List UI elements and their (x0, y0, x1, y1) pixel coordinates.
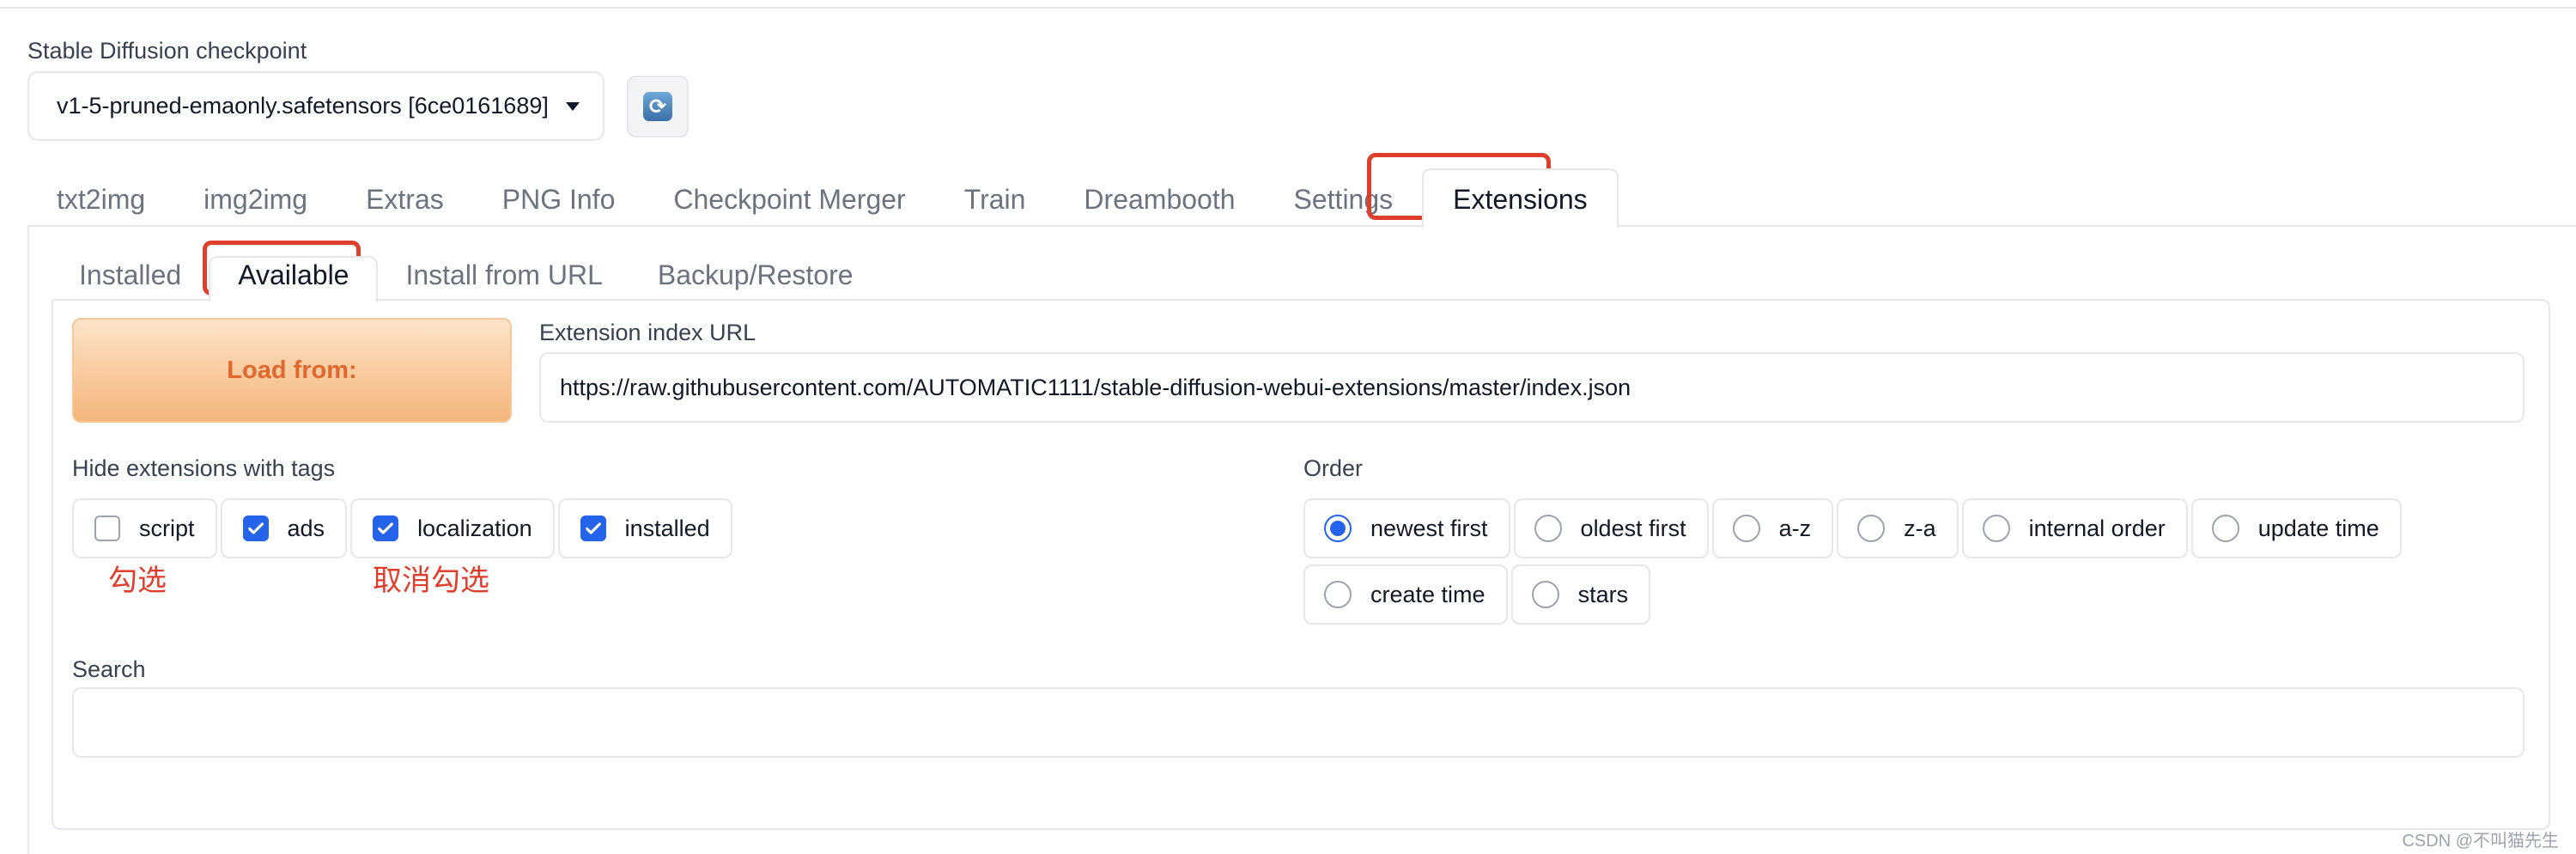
extensions-sub-tab-bar: Installed Available Install from URL Bac… (52, 247, 881, 302)
checkpoint-value: v1-5-pruned-emaonly.safetensors [6ce0161… (57, 93, 549, 119)
tag-label: localization (417, 515, 532, 541)
checkbox-unchecked-icon (94, 515, 120, 541)
search-label: Search (72, 656, 146, 682)
order-create-time[interactable]: create time (1303, 564, 1508, 625)
radio-unselected-icon (1982, 515, 2010, 542)
radio-selected-icon (1324, 515, 1352, 542)
caret-down-icon (565, 101, 580, 111)
tag-label: script (139, 515, 195, 541)
tag-localization-checkbox[interactable]: localization (350, 498, 555, 558)
radio-unselected-icon (1534, 515, 1562, 542)
hide-tags-label: Hide extensions with tags (72, 455, 336, 481)
watermark: CSDN @不叫猫先生 (2402, 832, 2559, 851)
refresh-icon: ⟳ (643, 92, 672, 121)
tab-png-info[interactable]: PNG Info (473, 182, 645, 227)
radio-unselected-icon (1531, 581, 1559, 608)
order-internal-order[interactable]: internal order (1961, 498, 2188, 558)
tab-train[interactable]: Train (935, 182, 1055, 227)
checkbox-checked-icon (580, 515, 606, 541)
order-option-label: internal order (2028, 515, 2166, 541)
top-divider (0, 7, 2576, 9)
tag-label: ads (287, 515, 325, 541)
order-option-label: update time (2257, 515, 2379, 541)
tab-extras[interactable]: Extras (337, 182, 473, 227)
checkbox-checked-icon (242, 515, 269, 541)
checkbox-checked-icon (373, 515, 399, 541)
order-radio-group-row2: create time stars (1303, 564, 1654, 625)
order-a-z[interactable]: a-z (1711, 498, 1834, 558)
extension-index-url-input[interactable]: https://raw.githubusercontent.com/AUTOMA… (539, 352, 2524, 423)
tag-installed-checkbox[interactable]: installed (557, 498, 732, 558)
order-option-label: a-z (1778, 515, 1812, 541)
checkpoint-dropdown[interactable]: v1-5-pruned-emaonly.safetensors [6ce0161… (27, 71, 605, 141)
order-option-label: stars (1577, 581, 1629, 607)
extension-index-url-label: Extension index URL (539, 320, 756, 345)
order-radio-group: newest first oldest first a-z z-a intern… (1303, 498, 2405, 558)
tab-dreambooth[interactable]: Dreambooth (1054, 182, 1264, 227)
order-option-label: z-a (1904, 515, 1936, 541)
order-z-a[interactable]: z-a (1837, 498, 1959, 558)
tab-backup-restore[interactable]: Backup/Restore (630, 258, 881, 301)
tag-label: installed (624, 515, 710, 541)
checkpoint-label: Stable Diffusion checkpoint (27, 38, 307, 64)
order-option-label: newest first (1370, 515, 1488, 541)
radio-unselected-icon (1324, 581, 1352, 608)
load-from-button[interactable]: Load from: (72, 318, 512, 423)
order-newest-first[interactable]: newest first (1303, 498, 1510, 558)
tab-install-from-url[interactable]: Install from URL (378, 258, 629, 301)
annotation-check: 勾选 (108, 564, 167, 597)
order-oldest-first[interactable]: oldest first (1513, 498, 1709, 558)
tab-img2img[interactable]: img2img (174, 182, 337, 227)
radio-unselected-icon (2211, 515, 2239, 542)
order-option-label: oldest first (1580, 515, 1686, 541)
tab-checkpoint-merger[interactable]: Checkpoint Merger (644, 182, 934, 227)
radio-unselected-icon (1732, 515, 1760, 542)
hide-tags-group: script ads localization installed (72, 498, 736, 558)
tab-installed[interactable]: Installed (52, 258, 209, 301)
radio-unselected-icon (1857, 515, 1886, 542)
search-input[interactable] (72, 687, 2524, 758)
order-update-time[interactable]: update time (2190, 498, 2402, 558)
tag-ads-checkbox[interactable]: ads (220, 498, 348, 558)
tab-txt2img[interactable]: txt2img (27, 182, 174, 227)
annotation-uncheck: 取消勾选 (373, 564, 489, 597)
tab-extensions[interactable]: Extensions (1422, 168, 1619, 229)
order-option-label: create time (1370, 581, 1485, 607)
order-label: Order (1303, 455, 1364, 481)
tab-available[interactable]: Available (209, 256, 379, 302)
refresh-checkpoint-button[interactable]: ⟳ (627, 76, 689, 137)
order-stars[interactable]: stars (1510, 564, 1651, 625)
tag-script-checkbox[interactable]: script (72, 498, 217, 558)
